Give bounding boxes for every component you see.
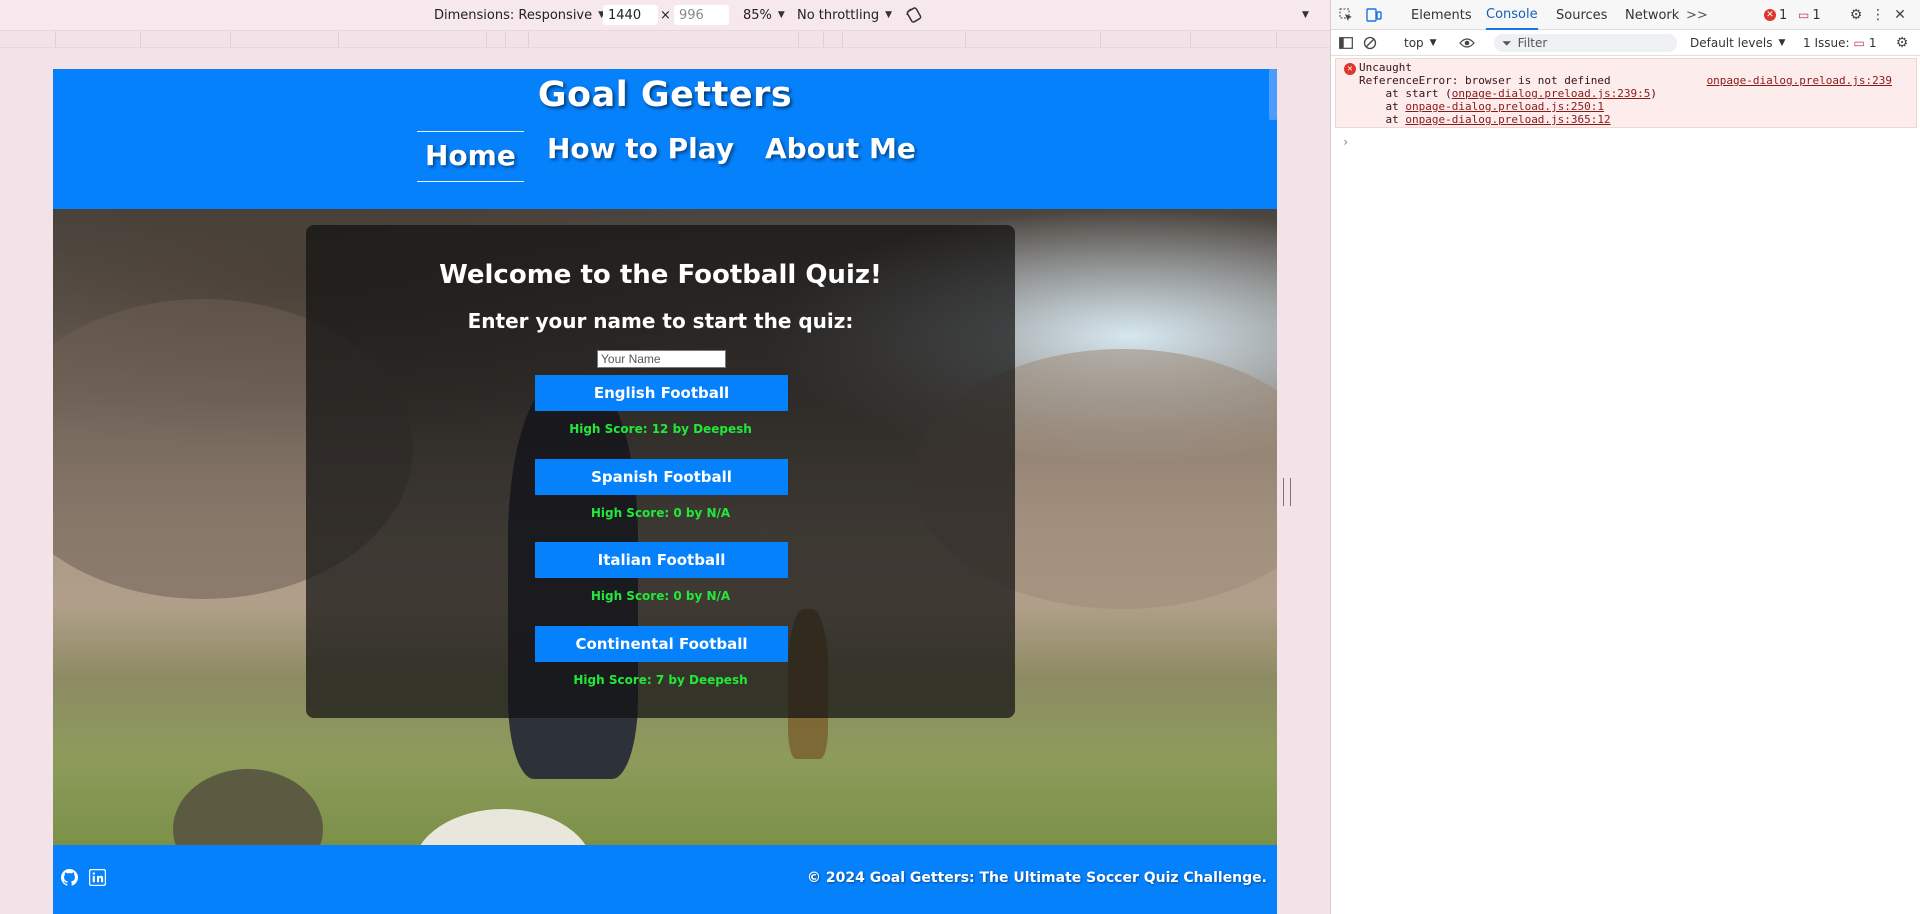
viewport-resize-handle[interactable]	[1283, 478, 1291, 506]
stack-frame: at start (onpage-dialog.preload.js:239:5…	[1359, 87, 1658, 100]
filter-input[interactable]: ⏷ Filter	[1494, 34, 1677, 52]
throttling-label: No throttling	[797, 7, 880, 23]
height-input[interactable]: 996	[674, 5, 729, 25]
context-dropdown[interactable]: top ▼	[1404, 30, 1437, 56]
high-score-spanish: High Score: 0 by N/A	[590, 506, 731, 520]
quiz-panel: Welcome to the Football Quiz! Enter your…	[306, 225, 1015, 718]
tab-sources[interactable]: Sources	[1556, 0, 1607, 30]
stack-frame-link[interactable]: onpage-dialog.preload.js:250:1	[1405, 100, 1604, 113]
inspect-element-icon[interactable]	[1337, 6, 1355, 24]
message-icon: ▭	[1798, 8, 1810, 22]
spanish-football-button[interactable]: Spanish Football	[535, 459, 788, 495]
stack-frame-link[interactable]: onpage-dialog.preload.js:365:12	[1405, 113, 1610, 126]
console-error-message: ✕ Uncaught onpage-dialog.preload.js:239 …	[1335, 58, 1917, 128]
english-football-button[interactable]: English Football	[535, 375, 788, 411]
quiz-subtitle: Enter your name to start the quiz:	[467, 309, 854, 333]
issues-count: 1	[1868, 36, 1877, 50]
name-input[interactable]	[597, 350, 726, 368]
chevron-down-icon: ▼	[777, 10, 785, 20]
continental-football-button[interactable]: Continental Football	[535, 626, 788, 662]
nav-about-me[interactable]: About Me	[765, 132, 916, 165]
stack-frame-link[interactable]: onpage-dialog.preload.js:239:5	[1452, 87, 1651, 100]
error-icon: ✕	[1344, 63, 1356, 75]
width-input[interactable]: 1440	[603, 5, 658, 25]
message-count: 1	[1812, 7, 1821, 23]
site-title: Goal Getters	[537, 75, 793, 115]
devtools-panel: Elements Console Sources Network >> ✕ 1 …	[1330, 0, 1920, 914]
console-settings-icon[interactable]: ⚙	[1893, 34, 1911, 52]
kebab-menu-icon[interactable]: ⋮	[1869, 6, 1887, 24]
message-icon: ▭	[1853, 36, 1865, 50]
context-label: top	[1404, 36, 1424, 50]
high-score-continental: High Score: 7 by Deepesh	[573, 673, 748, 687]
clear-console-icon[interactable]	[1361, 34, 1379, 52]
stack-frame: at onpage-dialog.preload.js:365:12	[1359, 113, 1611, 126]
devtools-tabbar: Elements Console Sources Network >> ✕ 1 …	[1331, 0, 1920, 30]
error-count: 1	[1779, 7, 1788, 23]
eye-icon[interactable]	[1458, 34, 1476, 52]
emulated-viewport: Goal Getters Home How to Play About Me W…	[53, 69, 1277, 914]
dimensions-label: Dimensions: Responsive	[434, 7, 593, 23]
media-query-ruler	[0, 30, 1330, 48]
error-icon: ✕	[1764, 9, 1776, 21]
console-toolbar: top ▼ ⏷ Filter Default levels ▼ 1 Issue:…	[1331, 30, 1920, 56]
site-header: Goal Getters Home How to Play About Me	[53, 69, 1277, 209]
nav-how-to-play[interactable]: How to Play	[547, 132, 734, 165]
error-source-link[interactable]: onpage-dialog.preload.js:239	[1707, 74, 1892, 87]
tab-elements[interactable]: Elements	[1411, 0, 1472, 30]
scrollbar-thumb[interactable]	[1269, 69, 1277, 120]
quiz-title: Welcome to the Football Quiz!	[439, 260, 882, 290]
device-toolbar: Dimensions: Responsive ▼ 1440 × 996 85% …	[0, 0, 1330, 30]
error-title: Uncaught	[1359, 61, 1412, 74]
chevron-down-icon: ▼	[1429, 38, 1437, 48]
times-sign: ×	[660, 7, 671, 23]
throttling-dropdown[interactable]: No throttling ▼	[797, 0, 892, 30]
high-score-english: High Score: 12 by Deepesh	[569, 422, 752, 436]
issues-button[interactable]: 1 Issue: ▭ 1	[1803, 30, 1877, 56]
site-footer: © 2024 Goal Getters: The Ultimate Soccer…	[53, 845, 1277, 914]
italian-football-button[interactable]: Italian Football	[535, 542, 788, 578]
copyright-text: © 2024 Goal Getters: The Ultimate Soccer…	[806, 870, 1267, 886]
levels-label: Default levels	[1690, 36, 1773, 50]
tab-network[interactable]: Network	[1625, 0, 1679, 30]
nav-home[interactable]: Home	[417, 131, 524, 182]
zoom-label: 85%	[743, 7, 772, 23]
error-count-badge[interactable]: ✕ 1	[1764, 0, 1787, 30]
rotate-icon[interactable]	[905, 0, 923, 30]
error-message: ReferenceError: browser is not defined	[1359, 74, 1611, 87]
github-icon[interactable]	[61, 869, 79, 886]
close-icon[interactable]: ✕	[1891, 6, 1909, 24]
sidebar-toggle-icon[interactable]	[1337, 34, 1355, 52]
zoom-dropdown[interactable]: 85% ▼	[743, 0, 785, 30]
tab-console[interactable]: Console	[1486, 0, 1538, 30]
dimensions-dropdown[interactable]: Dimensions: Responsive ▼	[434, 0, 605, 30]
linkedin-icon[interactable]	[88, 868, 107, 887]
stack-frame: at onpage-dialog.preload.js:250:1	[1359, 100, 1605, 113]
high-score-italian: High Score: 0 by N/A	[590, 589, 731, 603]
console-prompt[interactable]: ›	[1342, 135, 1349, 149]
chevron-down-icon: ▼	[1778, 38, 1786, 48]
message-count-badge[interactable]: ▭ 1	[1798, 0, 1821, 30]
device-toggle-icon[interactable]	[1365, 6, 1383, 24]
filter-placeholder: Filter	[1517, 36, 1548, 50]
chevron-down-icon: ▼	[885, 10, 892, 20]
levels-dropdown[interactable]: Default levels ▼	[1690, 30, 1785, 56]
filter-icon: ⏷	[1502, 35, 1512, 50]
gear-icon[interactable]: ⚙	[1847, 6, 1865, 24]
chevron-down-icon: ▼	[1302, 10, 1309, 20]
issues-label: 1 Issue:	[1803, 36, 1850, 50]
more-options-caret[interactable]: ▼	[1302, 0, 1309, 30]
more-tabs-icon[interactable]: >>	[1686, 0, 1708, 30]
